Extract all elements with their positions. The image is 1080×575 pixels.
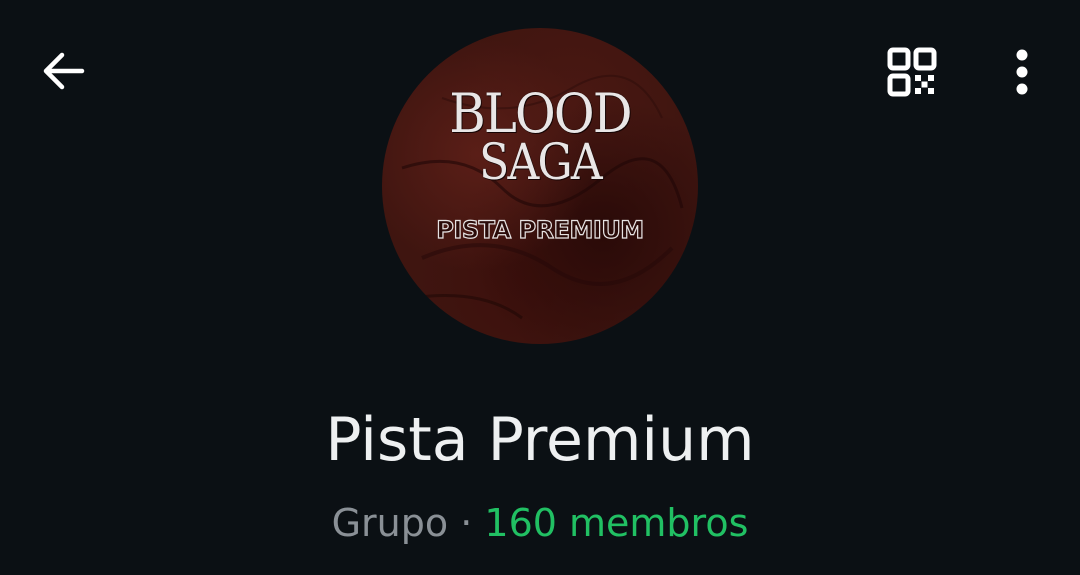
arrow-left-icon: [43, 52, 85, 90]
group-subtitle: Grupo · 160 membros: [0, 500, 1080, 546]
avatar-logo-tagline: PISTA PREMIUM: [436, 215, 645, 244]
members-count-link[interactable]: 160 membros: [484, 501, 748, 545]
back-button[interactable]: [34, 42, 92, 100]
qr-code-button[interactable]: [880, 40, 944, 104]
qr-code-icon: [887, 47, 937, 97]
group-avatar[interactable]: BLOOD SAGA PISTA PREMIUM: [382, 28, 698, 344]
group-info-screen: BLOOD SAGA PISTA PREMIUM Pista Premium G…: [0, 0, 1080, 575]
group-kind-label: Grupo: [331, 501, 449, 545]
subtitle-separator: ·: [448, 501, 485, 545]
avatar-logo-subtitle-word: SAGA: [479, 133, 603, 191]
more-vertical-icon: [1016, 49, 1028, 95]
more-options-button[interactable]: [996, 40, 1048, 104]
group-name: Pista Premium: [325, 405, 755, 475]
